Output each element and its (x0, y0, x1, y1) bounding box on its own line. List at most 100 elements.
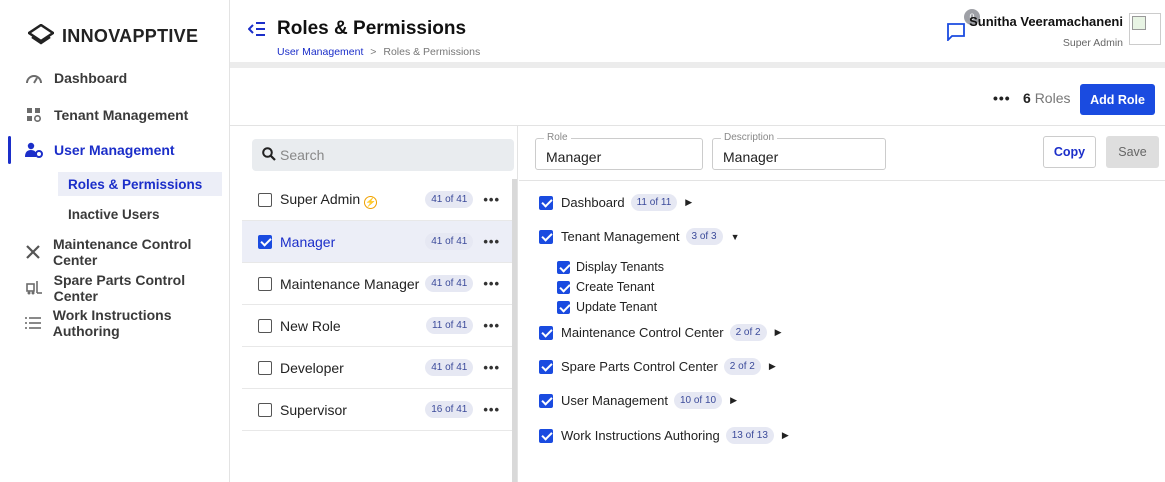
sidebar-item-user-management[interactable]: User Management (0, 136, 230, 164)
description-field-value: Manager (723, 149, 779, 165)
permission-name: Maintenance Control Center (561, 325, 724, 340)
permission-count-pill: 41 of 41 (425, 191, 474, 208)
permission-name: Dashboard (561, 195, 625, 210)
roles-count: 6 Roles (1023, 90, 1070, 106)
more-options-icon[interactable]: ••• (483, 192, 500, 207)
user-name[interactable]: Sunitha Veeramachaneni (969, 14, 1123, 29)
role-row[interactable]: Super Admin ⚡ 41 of 41 ••• (242, 179, 512, 221)
sub-permission[interactable]: Display Tenants (557, 260, 664, 274)
caret-right-icon[interactable]: ▶ (782, 430, 789, 441)
role-name: Manager (280, 233, 336, 250)
avatar[interactable] (1129, 13, 1161, 45)
roles-toolbar: ••• 6 Roles Add Role (230, 68, 1165, 126)
permission-group[interactable]: User Management 10 of 10 ▶ (539, 392, 737, 409)
permission-checkbox[interactable] (539, 428, 553, 443)
permission-name: Work Instructions Authoring (561, 428, 720, 443)
add-role-button[interactable]: Add Role (1080, 84, 1155, 115)
sidebar-subitem-inactive-users[interactable]: Inactive Users (58, 202, 222, 226)
main-content: ••• 6 Roles Add Role Search Super Admin ⚡… (230, 68, 1165, 482)
sub-permission-name: Create Tenant (576, 280, 655, 294)
description-field[interactable]: Description Manager (712, 132, 886, 170)
list-icon (24, 313, 43, 333)
role-field-label: Role (544, 132, 571, 143)
role-checkbox[interactable] (258, 402, 272, 417)
caret-right-icon[interactable]: ▶ (730, 395, 737, 406)
more-options-icon[interactable]: ••• (483, 234, 500, 249)
page-title: Roles & Permissions (277, 18, 467, 39)
role-checkbox[interactable] (258, 234, 272, 249)
role-row[interactable]: Maintenance Manager 41 of 41 ••• (242, 263, 512, 305)
sidebar-item-work-instructions-authoring[interactable]: Work Instructions Authoring (0, 307, 230, 339)
sidebar-item-spare-parts-control-center[interactable]: Spare Parts Control Center (0, 272, 230, 304)
sub-permission[interactable]: Update Tenant (557, 300, 657, 314)
roles-count-number: 6 (1023, 90, 1031, 106)
permission-count-pill: 2 of 2 (729, 324, 767, 341)
permission-checkbox[interactable] (539, 359, 553, 374)
sub-permission[interactable]: Create Tenant (557, 280, 654, 294)
role-checkbox[interactable] (258, 318, 272, 333)
role-row[interactable]: New Role 11 of 41 ••• (242, 305, 512, 347)
permission-group[interactable]: Spare Parts Control Center 2 of 2 ▶ (539, 358, 776, 375)
role-name-field[interactable]: Role Manager (535, 132, 703, 170)
copy-button[interactable]: Copy (1043, 136, 1096, 168)
sidebar-item-tenant-management[interactable]: Tenant Management (0, 101, 230, 129)
permission-count-pill: 11 of 41 (425, 317, 474, 334)
breadcrumb-separator: > (370, 46, 377, 58)
role-name: Maintenance Manager (280, 275, 420, 292)
collapse-sidebar-icon[interactable] (247, 20, 266, 43)
role-row[interactable]: Supervisor 16 of 41 ••• (242, 389, 512, 431)
permission-group[interactable]: Tenant Management 3 of 3 ▼ (539, 228, 739, 245)
more-options-icon[interactable]: ••• (483, 318, 500, 333)
innovapptive-logo-icon (26, 23, 56, 49)
sub-permission-checkbox[interactable] (557, 280, 570, 294)
role-checkbox[interactable] (258, 276, 272, 291)
more-options-icon[interactable]: ••• (483, 360, 500, 375)
divider (519, 180, 1165, 181)
breadcrumb-current: Roles & Permissions (383, 46, 481, 58)
lightning-badge-icon: ⚡ (364, 195, 378, 209)
caret-right-icon[interactable]: ▶ (685, 197, 692, 208)
permission-checkbox[interactable] (539, 229, 553, 244)
permission-count-pill: 11 of 11 (630, 194, 678, 211)
chat-icon[interactable] (946, 22, 966, 44)
role-checkbox[interactable] (258, 360, 272, 375)
role-name-wrap: Super Admin ⚡ (280, 191, 425, 209)
role-checkbox[interactable] (258, 192, 272, 207)
more-options-icon[interactable]: ••• (483, 402, 500, 417)
permission-group[interactable]: Work Instructions Authoring 13 of 13 ▶ (539, 427, 789, 444)
permission-group[interactable]: Maintenance Control Center 2 of 2 ▶ (539, 324, 782, 341)
caret-down-icon[interactable]: ▼ (731, 232, 740, 242)
role-list-scrollbar[interactable] (512, 179, 517, 482)
role-field-value: Manager (546, 149, 602, 165)
sidebar-item-maintenance-control-center[interactable]: Maintenance Control Center (0, 236, 230, 268)
sidebar-item-dashboard[interactable]: Dashboard (0, 64, 230, 92)
tenant-grid-icon (24, 105, 44, 125)
user-role: Super Admin (1062, 37, 1123, 49)
search-input[interactable]: Search (252, 139, 514, 171)
sidebar-subitem-roles-permissions[interactable]: Roles & Permissions (58, 172, 222, 196)
role-row[interactable]: Developer 41 of 41 ••• (242, 347, 512, 389)
brand-logo[interactable]: INNOVAPPTIVE (26, 23, 198, 49)
save-button[interactable]: Save (1106, 136, 1159, 168)
permission-name: Tenant Management (561, 229, 680, 244)
more-options-icon[interactable]: ••• (483, 276, 500, 291)
permission-count-pill: 41 of 41 (425, 359, 474, 376)
permission-checkbox[interactable] (539, 195, 553, 210)
caret-right-icon[interactable]: ▶ (775, 327, 782, 338)
sidebar-subitem-label: Inactive Users (68, 206, 160, 222)
breadcrumb-parent-link[interactable]: User Management (277, 46, 363, 58)
sidebar-item-label: Work Instructions Authoring (52, 307, 172, 339)
description-field-label: Description (721, 132, 778, 143)
sidebar-item-label: Dashboard (54, 70, 128, 86)
caret-right-icon[interactable]: ▶ (769, 361, 776, 372)
permission-checkbox[interactable] (539, 325, 553, 340)
role-row[interactable]: Manager 41 of 41 ••• (242, 221, 512, 263)
sidebar: INNOVAPPTIVE Dashboard Tenant Management… (0, 0, 230, 482)
more-options-icon[interactable]: ••• (993, 90, 1011, 106)
sub-permission-checkbox[interactable] (557, 260, 570, 274)
top-header: Roles & Permissions User Management > Ro… (230, 0, 1165, 62)
sub-permission-checkbox[interactable] (557, 300, 570, 314)
tools-icon (24, 242, 43, 262)
permission-checkbox[interactable] (539, 393, 553, 408)
permission-group[interactable]: Dashboard 11 of 11 ▶ (539, 194, 692, 211)
